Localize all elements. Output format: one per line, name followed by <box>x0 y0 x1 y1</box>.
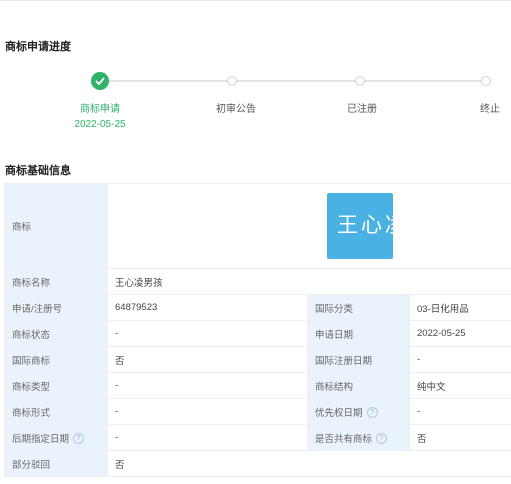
top-divider <box>0 0 511 1</box>
question-circle-icon[interactable]: ? <box>376 433 388 445</box>
progress-section-title: 商标申请进度 <box>5 41 71 53</box>
reg-number-value: 64879523 <box>107 294 308 321</box>
logo-label: 商标 <box>4 183 108 269</box>
table-row: 后期指定日期? - 是否共有商标? 否 <box>4 424 511 451</box>
step-date: 2022-05-25 <box>74 119 126 130</box>
status-value: - <box>107 320 308 347</box>
shared-value: 否 <box>408 424 511 451</box>
step-connector <box>233 80 359 82</box>
priority-date-cell: 优先权日期? <box>307 398 410 425</box>
step-label-announcement: 初审公告 <box>216 104 256 115</box>
check-icon <box>91 72 109 90</box>
structure-label: 商标结构 <box>307 372 410 399</box>
step-label-registered: 已注册 <box>347 104 377 115</box>
trademark-logo-text: 王心凌男 <box>337 214 433 237</box>
step-node-application <box>91 72 109 90</box>
step-node-announcement <box>223 72 241 90</box>
intl-trademark-label: 国际商标 <box>4 346 108 373</box>
shared-cell: 是否共有商标? <box>307 424 410 451</box>
question-circle-icon[interactable]: ? <box>73 433 85 445</box>
step-label-application: 商标申请 2022-05-25 <box>74 104 126 130</box>
type-label: 商标类型 <box>4 372 108 399</box>
table-row: 商标形式 - 优先权日期? - <box>4 398 511 425</box>
later-date-cell: 后期指定日期? <box>4 424 108 451</box>
table-row: 商标状态 - 申请日期 2022-05-25 <box>4 320 511 347</box>
step-node-registered <box>351 72 369 90</box>
partial-reject-value: 否 <box>106 450 511 477</box>
progress-steps: 商标申请 2022-05-25 初审公告 已注册 终止 <box>0 66 511 136</box>
name-label: 商标名称 <box>4 268 108 295</box>
partial-reject-label: 部分驳回 <box>4 450 108 477</box>
later-date-value: - <box>107 424 308 451</box>
step-connector <box>361 80 485 82</box>
form-label: 商标形式 <box>4 398 108 425</box>
step-node-terminated <box>477 72 495 90</box>
later-date-label: 后期指定日期 <box>12 433 70 445</box>
reg-number-label: 申请/注册号 <box>4 294 108 321</box>
trademark-logo[interactable]: 王心凌男 <box>327 193 433 259</box>
form-value: - <box>107 398 308 425</box>
type-value: - <box>107 372 308 399</box>
step-label-terminated: 终止 <box>480 104 500 115</box>
table-row: 国际商标 否 国际注册日期 - <box>4 346 511 373</box>
table-row: 申请/注册号 64879523 国际分类 03-日化用品 <box>4 294 511 321</box>
intl-class-value: 03-日化用品 <box>408 294 511 321</box>
table-row: 商标 王心凌男 <box>4 183 511 269</box>
question-circle-icon[interactable]: ? <box>366 407 378 419</box>
basic-info-table: 商标 王心凌男 商标名称 王心凌男孩 申请/注册号 64879523 国际分类 … <box>4 183 511 477</box>
intl-reg-date-label: 国际注册日期 <box>307 346 410 373</box>
basic-info-section-title: 商标基础信息 <box>5 165 71 177</box>
shared-label: 是否共有商标 <box>315 433 373 445</box>
apply-date-label: 申请日期 <box>307 320 410 347</box>
structure-value: 纯中文 <box>408 372 511 399</box>
priority-date-value: - <box>408 398 511 425</box>
intl-class-label: 国际分类 <box>307 294 410 321</box>
apply-date-value: 2022-05-25 <box>408 320 511 347</box>
name-value: 王心凌男孩 <box>106 268 511 295</box>
status-label: 商标状态 <box>4 320 108 347</box>
table-row: 商标名称 王心凌男孩 <box>4 268 511 295</box>
intl-reg-date-value: - <box>408 346 511 373</box>
intl-trademark-value: 否 <box>107 346 308 373</box>
logo-cell: 王心凌男 <box>106 183 511 269</box>
step-connector <box>100 80 231 82</box>
priority-date-label: 优先权日期 <box>315 407 363 419</box>
table-row: 部分驳回 否 <box>4 450 511 477</box>
table-row: 商标类型 - 商标结构 纯中文 <box>4 372 511 399</box>
